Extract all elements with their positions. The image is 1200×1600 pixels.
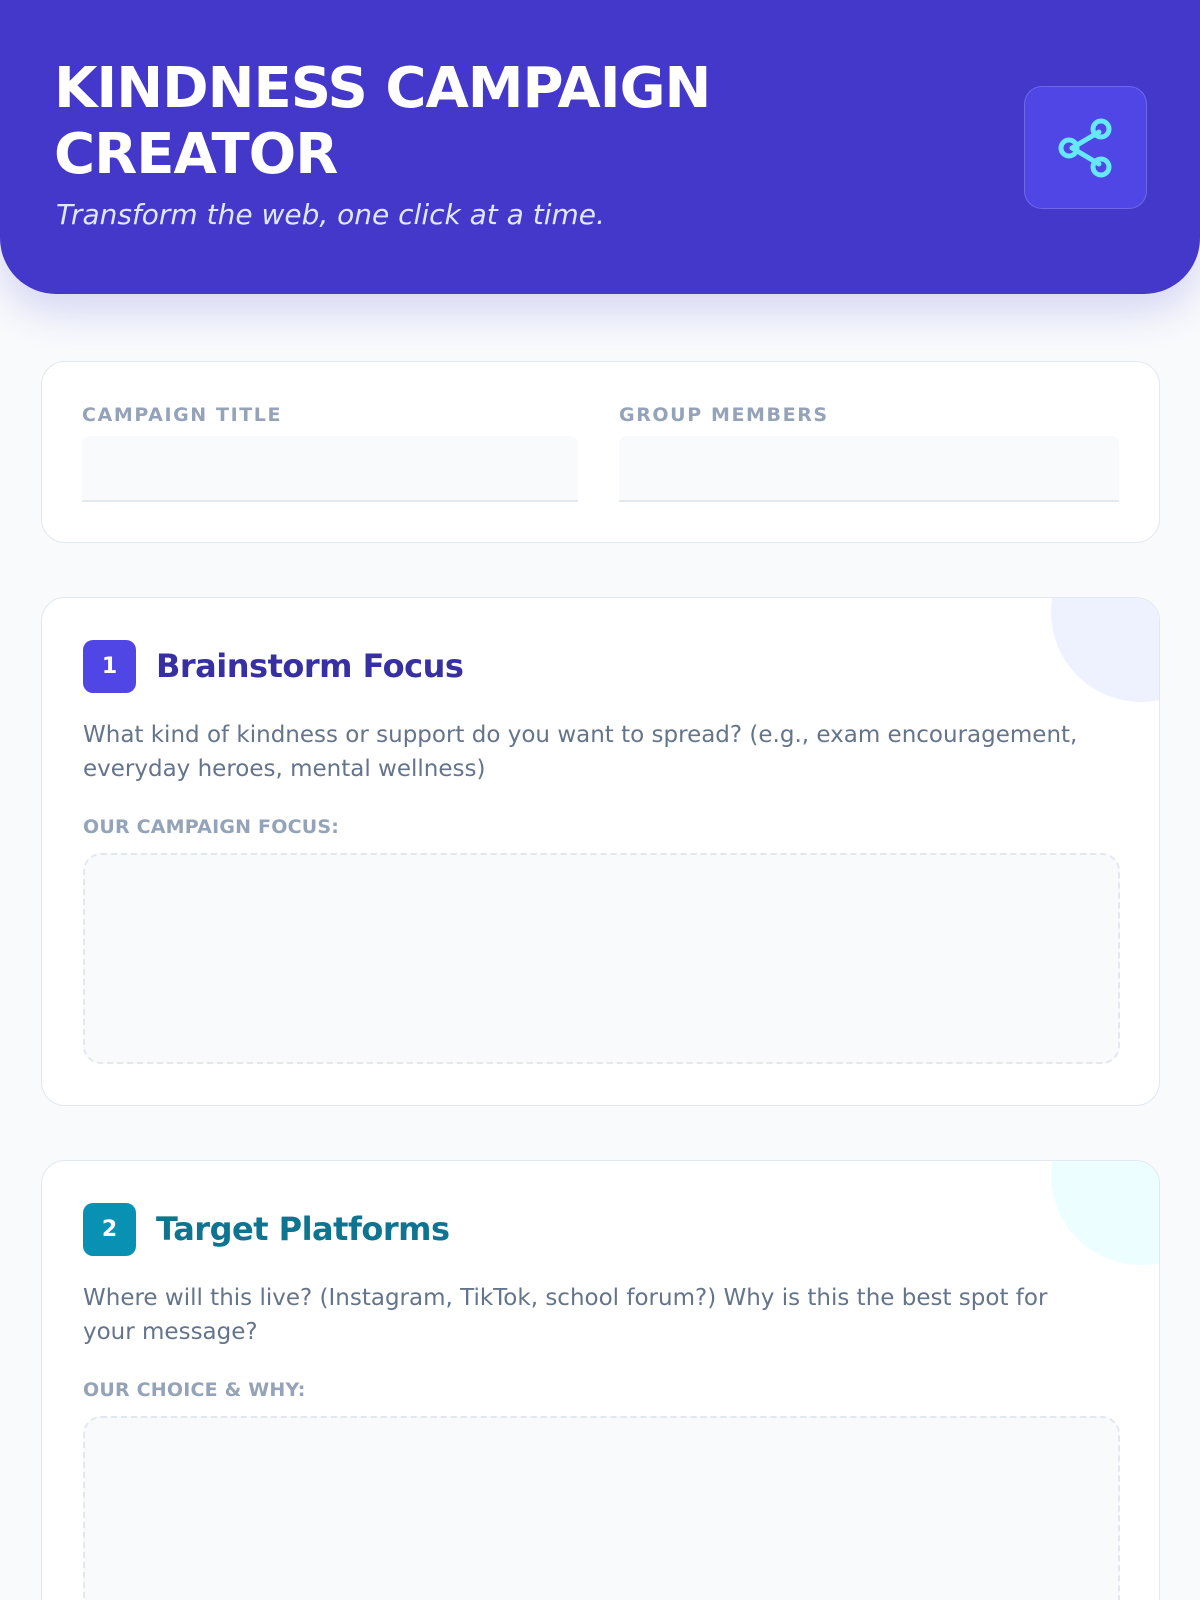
group-members-label: GROUP MEMBERS <box>619 404 829 426</box>
campaign-focus-textarea[interactable] <box>83 853 1120 1064</box>
campaign-title-input[interactable] <box>82 436 578 502</box>
header-banner: KINDNESS CAMPAIGN CREATOR Transform the … <box>0 0 1200 294</box>
page: KINDNESS CAMPAIGN CREATOR Transform the … <box>0 0 1200 1600</box>
step-card-target-platforms: 2 Target Platforms Where will this live?… <box>41 1160 1160 1600</box>
step-title: Target Platforms <box>156 1210 450 1248</box>
share-icon <box>1058 118 1111 177</box>
group-members-input[interactable] <box>619 436 1119 502</box>
step-prompt: What kind of kindness or support do you … <box>83 722 1078 782</box>
page-subtitle: Transform the web, one click at a time. <box>56 198 605 231</box>
step-number-badge: 1 <box>83 640 136 693</box>
answer-label: OUR CAMPAIGN FOCUS: <box>83 816 340 838</box>
step-title: Brainstorm Focus <box>156 647 464 685</box>
step-number-badge: 2 <box>83 1203 136 1256</box>
platform-choice-textarea[interactable] <box>83 1416 1120 1600</box>
answer-label: OUR CHOICE & WHY: <box>83 1379 306 1401</box>
step-prompt: Where will this live? (Instagram, TikTok… <box>83 1285 1048 1345</box>
decorative-circle <box>1051 598 1159 702</box>
step-card-brainstorm-focus: 1 Brainstorm Focus What kind of kindness… <box>41 597 1160 1106</box>
campaign-info-card: CAMPAIGN TITLE GROUP MEMBERS <box>41 361 1160 543</box>
page-title: KINDNESS CAMPAIGN CREATOR <box>54 56 711 187</box>
decorative-circle <box>1051 1161 1159 1265</box>
campaign-title-label: CAMPAIGN TITLE <box>82 404 283 426</box>
share-button[interactable] <box>1024 86 1147 209</box>
